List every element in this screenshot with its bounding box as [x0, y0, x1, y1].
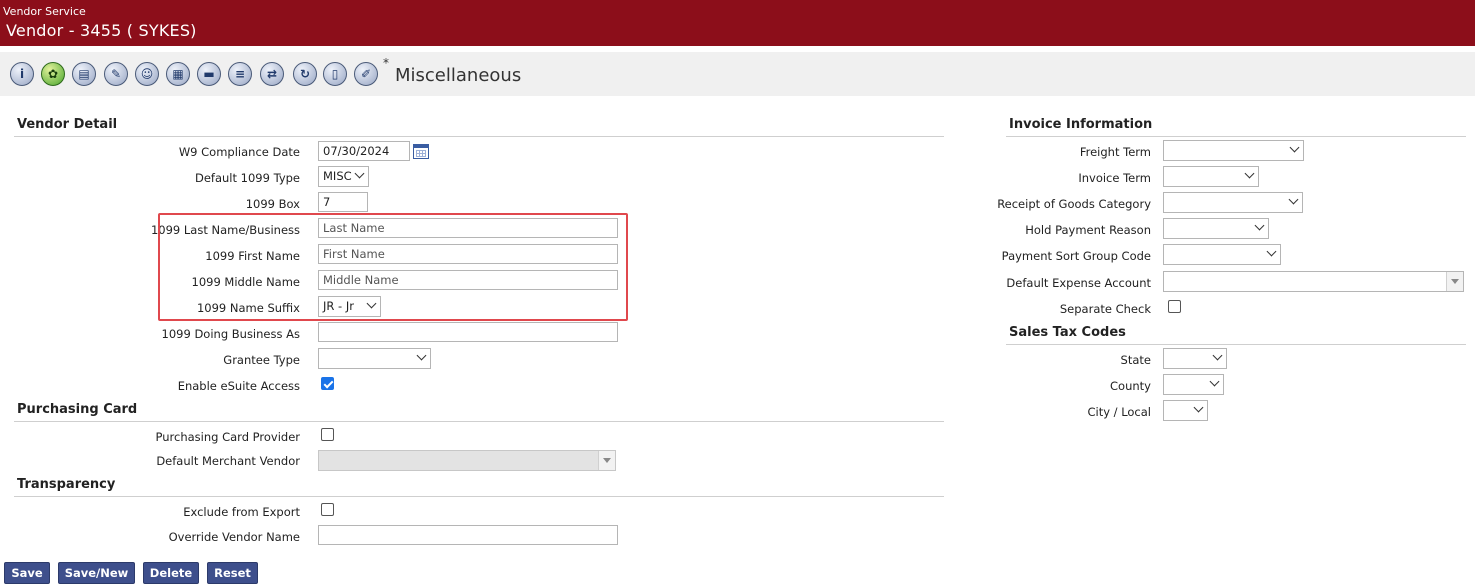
payment-icon[interactable]: ▬ [197, 62, 221, 86]
delete-button[interactable]: Delete [143, 562, 199, 584]
w9-compliance-date-input[interactable] [318, 141, 410, 161]
freight-term-select[interactable] [1163, 140, 1304, 161]
sales-tax-codes-divider [1006, 344, 1466, 345]
toolbar: i ✿ ▤ ✎ ☺ ▦ ▬ ≡ ⇄ ↻ ▯ ✐ * Miscellaneous [0, 52, 1475, 96]
chevron-down-icon [1209, 376, 1220, 387]
transparency-divider [14, 496, 944, 497]
vendor-detail-divider [14, 136, 944, 137]
1099-box-label: 1099 Box [245, 197, 300, 211]
receipt-of-goods-category-select[interactable] [1163, 192, 1303, 213]
exclude-from-export-label: Exclude from Export [183, 505, 300, 519]
freight-term-label: Freight Term [1079, 145, 1151, 159]
documents-icon[interactable]: ▦ [166, 62, 190, 86]
dropdown-arrow-icon [1446, 272, 1463, 291]
vendor-tree-icon[interactable]: ✿ [41, 62, 65, 86]
address-card-icon[interactable]: ▤ [72, 62, 96, 86]
save-button[interactable]: Save [4, 562, 50, 584]
app-name: Vendor Service [3, 5, 86, 18]
default-1099-type-value: MISC [323, 169, 352, 183]
info-icon[interactable]: i [10, 62, 34, 86]
1099-box-input[interactable] [318, 192, 368, 212]
transfer-icon[interactable]: ⇄ [260, 62, 284, 86]
state-label: State [1120, 353, 1151, 367]
invoice-information-title: Invoice Information [1009, 117, 1153, 132]
separate-check-checkbox[interactable] [1168, 300, 1181, 313]
invoice-information-divider [1006, 136, 1466, 137]
notes-icon[interactable]: ▯ [323, 62, 347, 86]
edit-icon[interactable]: ✐ [354, 62, 378, 86]
chevron-down-icon [416, 350, 427, 361]
chevron-down-icon [1244, 168, 1255, 179]
city-local-label: City / Local [1087, 405, 1151, 419]
toolbar-title: Miscellaneous [395, 65, 522, 86]
save-new-button[interactable]: Save/New [58, 562, 135, 584]
transparency-title: Transparency [17, 477, 116, 492]
default-merchant-vendor-label: Default Merchant Vendor [156, 454, 300, 468]
user-icon[interactable]: ☺ [135, 62, 159, 86]
modified-marker: * [383, 56, 389, 70]
grantee-type-select[interactable] [318, 348, 431, 369]
1099-dba-label: 1099 Doing Business As [161, 327, 300, 341]
chevron-down-icon [1193, 402, 1204, 413]
purchasing-card-provider-label: Purchasing Card Provider [155, 430, 301, 444]
default-expense-account-select[interactable] [1163, 271, 1464, 292]
grantee-type-label: Grantee Type [223, 353, 300, 367]
state-select[interactable] [1163, 348, 1227, 369]
payment-sort-group-code-label: Payment Sort Group Code [1001, 249, 1151, 263]
1099-dba-input[interactable] [318, 322, 618, 342]
override-vendor-name-input[interactable] [318, 525, 618, 545]
default-merchant-vendor-select [318, 450, 616, 471]
hold-payment-reason-select[interactable] [1163, 218, 1269, 239]
chevron-down-icon [1254, 220, 1265, 231]
window-title: Vendor - 3455 ( SYKES) [6, 21, 197, 40]
sales-tax-codes-title: Sales Tax Codes [1009, 325, 1126, 340]
invoice-term-select[interactable] [1163, 166, 1259, 187]
vendor-detail-title: Vendor Detail [17, 117, 118, 132]
bank-icon[interactable]: ≡ [228, 62, 252, 86]
chevron-down-icon [1212, 350, 1223, 361]
hold-payment-reason-label: Hold Payment Reason [1025, 223, 1151, 237]
county-label: County [1110, 379, 1151, 393]
separate-check-label: Separate Check [1059, 302, 1151, 316]
purchasing-card-divider [14, 421, 944, 422]
chevron-down-icon [1289, 142, 1300, 153]
contacts-icon[interactable]: ✎ [104, 62, 128, 86]
enable-esuite-checkbox[interactable] [321, 377, 334, 390]
chevron-down-icon [354, 168, 365, 179]
county-select[interactable] [1163, 374, 1224, 395]
calendar-icon[interactable] [413, 144, 429, 159]
highlight-box [158, 213, 628, 321]
default-expense-account-label: Default Expense Account [1006, 276, 1151, 290]
city-local-select[interactable] [1163, 400, 1208, 421]
enable-esuite-label: Enable eSuite Access [177, 379, 300, 393]
purchasing-card-title: Purchasing Card [17, 402, 138, 417]
override-vendor-name-label: Override Vendor Name [168, 530, 300, 544]
dropdown-arrow-icon [598, 451, 615, 470]
receipt-of-goods-category-label: Receipt of Goods Category [997, 197, 1151, 211]
default-1099-type-label: Default 1099 Type [194, 171, 300, 185]
chevron-down-icon [1288, 194, 1299, 205]
title-bar: Vendor Service Vendor - 3455 ( SYKES) [0, 0, 1475, 46]
w9-compliance-date-label: W9 Compliance Date [178, 145, 300, 159]
invoice-term-label: Invoice Term [1078, 171, 1151, 185]
purchasing-card-provider-checkbox[interactable] [321, 428, 334, 441]
history-icon[interactable]: ↻ [293, 62, 317, 86]
chevron-down-icon [1266, 246, 1277, 257]
reset-button[interactable]: Reset [207, 562, 258, 584]
payment-sort-group-code-select[interactable] [1163, 244, 1281, 265]
default-1099-type-select[interactable]: MISC [318, 166, 369, 187]
exclude-from-export-checkbox[interactable] [321, 503, 334, 516]
